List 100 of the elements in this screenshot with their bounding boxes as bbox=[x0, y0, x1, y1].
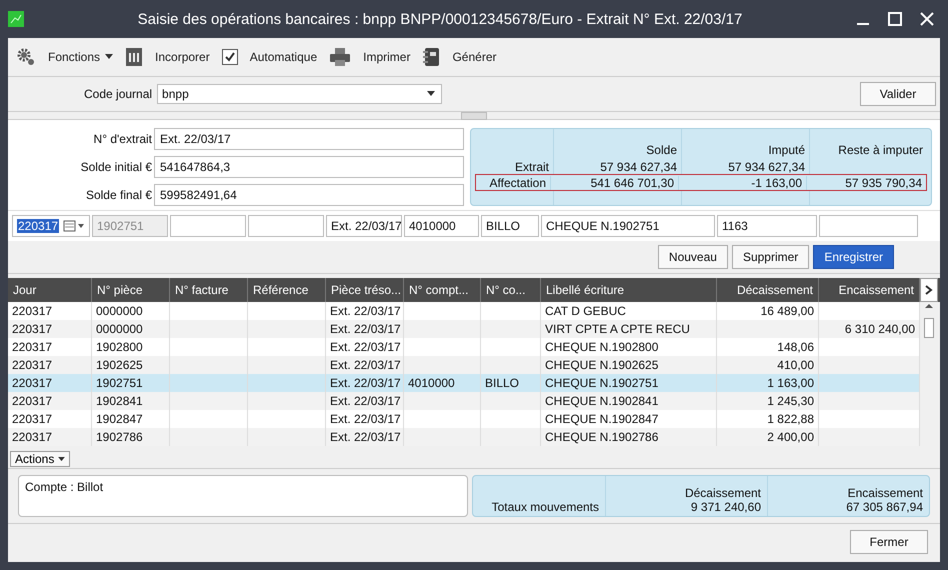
maximize-icon[interactable] bbox=[888, 12, 902, 26]
table-cell: 2 400,00 bbox=[767, 430, 814, 444]
table-cell: Ext. 22/03/17 bbox=[330, 340, 401, 354]
table-cell: Ext. 22/03/17 bbox=[330, 304, 401, 318]
table-cell: 6 310 240,00 bbox=[844, 322, 915, 336]
printer-icon bbox=[329, 47, 352, 67]
gear-icon bbox=[16, 47, 36, 67]
action-button[interactable]: Enregistrer bbox=[813, 245, 894, 269]
notebook-icon bbox=[422, 47, 440, 67]
caret-icon bbox=[427, 91, 436, 97]
window-title: Saisie des opérations bancaires : bnpp BNPP/00012345678/Euro - Extrait N° Ext. 22/03/17 bbox=[136, 10, 744, 28]
input-field[interactable]: CHEQUE N.1902751 bbox=[541, 215, 715, 237]
toolbar-button[interactable]: Automatique bbox=[248, 48, 320, 66]
table-cell: 220317 bbox=[12, 322, 52, 336]
input-field[interactable]: BILLO bbox=[481, 215, 539, 237]
amount: 57 934 627,34 bbox=[600, 160, 677, 174]
table-cell: 220317 bbox=[12, 358, 52, 372]
table-cell: CAT D GEBUC bbox=[545, 304, 626, 318]
table-cell: 16 489,00 bbox=[760, 304, 814, 318]
app-icon bbox=[8, 11, 24, 27]
table-cell: Ext. 22/03/17 bbox=[330, 322, 401, 336]
input-field[interactable] bbox=[170, 215, 246, 237]
totals-label: Totaux mouvements bbox=[492, 500, 599, 514]
table-cell: 220317 bbox=[12, 376, 52, 390]
input-field[interactable]: 4010000 bbox=[404, 215, 479, 237]
amount: -1 163,00 bbox=[678, 176, 806, 190]
calendar-icon[interactable] bbox=[63, 220, 85, 232]
row-label: Affectation bbox=[488, 176, 547, 190]
account-info: Compte : Billot bbox=[18, 475, 468, 517]
table-cell: CHEQUE N.1902786 bbox=[545, 430, 658, 444]
input-field[interactable]: 541647864,3 bbox=[154, 156, 464, 178]
close-button[interactable]: Fermer bbox=[850, 530, 928, 554]
bank-icon bbox=[125, 47, 144, 67]
input-field[interactable]: Ext. 22/03/17 bbox=[154, 128, 464, 150]
column-heading: Imputé bbox=[768, 143, 805, 157]
column-heading: Décaissement bbox=[684, 486, 761, 500]
date-field[interactable]: 220317 bbox=[12, 215, 90, 237]
table-cell: Ext. 22/03/17 bbox=[330, 412, 401, 426]
table-cell: Ext. 22/03/17 bbox=[330, 376, 401, 390]
table-cell: CHEQUE N.1902751 bbox=[545, 376, 658, 390]
table-cell: 1902786 bbox=[96, 430, 143, 444]
column-heading: Encaissement bbox=[848, 486, 923, 500]
caret-icon bbox=[105, 54, 114, 60]
action-button[interactable]: Supprimer bbox=[732, 245, 810, 269]
table-row[interactable]: 220317 0000000 Ext. 22/03/17 CAT D GEBUC 16 489,00 bbox=[8, 302, 920, 320]
table-cell: 1902800 bbox=[96, 340, 143, 354]
amount: 9 371 240,60 bbox=[690, 500, 761, 514]
toolbar-button[interactable]: Fonctions bbox=[46, 48, 116, 66]
chevron-right-icon bbox=[925, 285, 933, 295]
column-heading: Solde bbox=[646, 143, 677, 157]
table-cell: 220317 bbox=[12, 304, 52, 318]
amount: 57 934 627,34 bbox=[728, 160, 805, 174]
table-row[interactable]: 220317 1902847 Ext. 22/03/17 CHEQUE N.1902847 1 822,88 bbox=[8, 410, 920, 428]
table-cell: 1902847 bbox=[96, 412, 143, 426]
input-field[interactable] bbox=[819, 215, 918, 237]
field-label: Solde final € bbox=[84, 188, 152, 202]
action-button[interactable]: Nouveau bbox=[658, 245, 728, 269]
actions-menu-button[interactable]: Actions bbox=[10, 451, 70, 467]
table-cell: 220317 bbox=[12, 394, 52, 408]
table-cell: CHEQUE N.1902841 bbox=[545, 394, 658, 408]
input-field[interactable]: 599582491,64 bbox=[154, 184, 464, 206]
table-row[interactable]: 220317 1902800 Ext. 22/03/17 CHEQUE N.1902800 148,06 bbox=[8, 338, 920, 356]
table-cell: 4010000 bbox=[408, 376, 455, 390]
table-row[interactable]: 220317 1902751 Ext. 22/03/17 4010000 BILLO CHEQUE N.1902751 1 163,00 bbox=[8, 374, 920, 392]
toolbar-button[interactable]: Générer bbox=[450, 48, 498, 66]
amount: 57 935 790,34 bbox=[806, 176, 926, 190]
caret-icon bbox=[58, 456, 66, 462]
toolbar-button[interactable]: Imprimer bbox=[361, 48, 412, 66]
table-cell: 410,00 bbox=[777, 358, 814, 372]
splitter-handle[interactable] bbox=[461, 112, 487, 120]
close-icon[interactable] bbox=[920, 12, 934, 26]
scroll-thumb[interactable] bbox=[924, 318, 934, 338]
journal-dropdown[interactable]: bnpp bbox=[157, 84, 442, 104]
table-cell: CHEQUE N.1902625 bbox=[545, 358, 658, 372]
table-cell: 148,06 bbox=[777, 340, 814, 354]
toolbar-button[interactable]: Incorporer bbox=[153, 48, 212, 66]
checkbox[interactable] bbox=[222, 49, 238, 65]
scroll-right-button[interactable] bbox=[920, 278, 938, 302]
table-cell: 220317 bbox=[12, 430, 52, 444]
column-heading: Reste à imputer bbox=[838, 143, 923, 157]
input-field[interactable] bbox=[248, 215, 324, 237]
table-cell: BILLO bbox=[485, 376, 520, 390]
input-field[interactable]: 1163 bbox=[717, 215, 817, 237]
amount: 541 646 701,30 bbox=[550, 176, 678, 190]
table-cell: 1902841 bbox=[96, 394, 143, 408]
table-cell: CHEQUE N.1902800 bbox=[545, 340, 658, 354]
table-cell: 0000000 bbox=[96, 304, 143, 318]
amount: 67 305 867,94 bbox=[846, 500, 923, 514]
table-cell: Ext. 22/03/17 bbox=[330, 358, 401, 372]
field-label: Code journal bbox=[84, 87, 152, 101]
input-field[interactable]: Ext. 22/03/17 bbox=[326, 215, 402, 237]
table-cell: Ext. 22/03/17 bbox=[330, 394, 401, 408]
validate-button[interactable]: Valider bbox=[860, 82, 936, 106]
table-cell: 1902751 bbox=[96, 376, 143, 390]
table-cell: Ext. 22/03/17 bbox=[330, 430, 401, 444]
table-cell: 0000000 bbox=[96, 322, 143, 336]
table-cell: CHEQUE N.1902847 bbox=[545, 412, 658, 426]
table-cell: 1902625 bbox=[96, 358, 143, 372]
table-cell: 220317 bbox=[12, 340, 52, 354]
table-cell: 220317 bbox=[12, 412, 52, 426]
